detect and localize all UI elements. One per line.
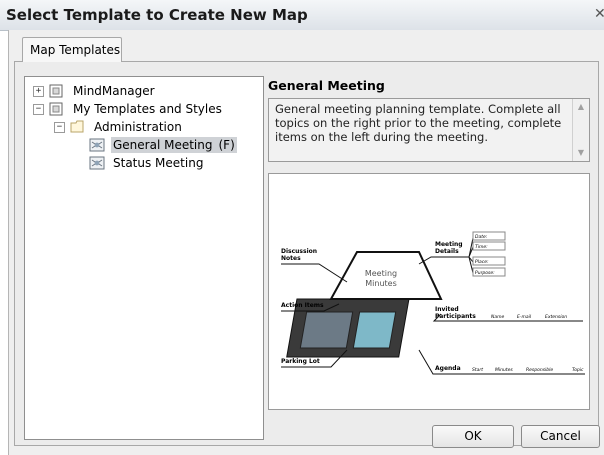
preview-subbranch [468,237,474,274]
tree-item-label: General Meeting (F) [111,137,237,153]
tree-item-label: Administration [94,120,182,134]
hotkey-hint: (F) [218,138,235,152]
tree-item-label: Status Meeting [113,156,204,170]
template-heading: General Meeting [268,78,385,93]
briefcase-pocket [299,311,354,349]
preview-branch [418,256,469,265]
tree-item-general-meeting[interactable]: General Meeting (F) [89,136,237,154]
template-group-icon [49,84,63,98]
tree-item-administration[interactable]: − Administration [54,118,184,136]
preview-topic: Discussion [281,248,317,255]
scroll-up-icon[interactable]: ▲ [574,100,588,114]
tab-map-templates[interactable]: Map Templates [22,37,122,62]
preview-subtopic: Name [491,314,505,320]
preview-topic: Action Items [281,302,324,309]
template-preview: Meeting Minutes Discussion Notes Action … [268,173,590,410]
template-tree[interactable]: + MindManager − My Templates and Styles … [24,76,264,440]
preview-topic: Details [435,248,459,255]
preview-subtopic: Place: [475,259,489,265]
preview-topic: Participants [435,313,476,320]
preview-subtopic: E-mail [517,314,532,320]
title-bar: Select Template to Create New Map ✕ [0,0,604,31]
description-scrollbar[interactable]: ▲ ▼ [572,99,589,161]
template-description: General meeting planning template. Compl… [275,102,562,144]
tab-panel: + MindManager − My Templates and Styles … [14,61,599,446]
preview-branch [281,263,348,283]
preview-topic: Agenda [435,365,461,372]
preview-subtopic: Time: [475,244,488,250]
window-title: Select Template to Create New Map [6,6,308,24]
tree-item-status-meeting[interactable]: Status Meeting [89,154,205,172]
preview-center-line: Minutes [365,279,397,288]
tree-item-mindmanager[interactable]: + MindManager [33,82,157,100]
map-preview-image: Meeting Minutes Discussion Notes Action … [281,231,585,375]
preview-subtopic: Start [472,367,483,373]
preview-subtopic: Date: [475,234,488,240]
folder-icon [70,120,84,133]
close-icon[interactable]: ✕ [594,5,604,23]
collapse-icon[interactable]: − [33,103,44,115]
collapse-icon[interactable]: − [54,121,65,133]
tree-item-my-templates[interactable]: − My Templates and Styles [33,100,224,118]
preview-topic: Notes [281,255,301,262]
preview-topic: Invited [435,306,459,313]
preview-topic: Parking Lot [281,358,320,365]
map-template-icon [89,138,105,152]
template-description-box: General meeting planning template. Compl… [268,98,590,162]
preview-center-line: Meeting [365,269,397,278]
preview-subtopic: Minutes [495,367,513,373]
preview-subtopic: Extension [545,314,567,320]
preview-subtopic: Topic [572,367,584,373]
briefcase-pocket [352,311,397,349]
tree-item-label: My Templates and Styles [73,102,222,116]
template-group-icon [49,102,63,116]
tree-item-label: MindManager [73,84,155,98]
map-template-icon [89,156,105,170]
expand-icon[interactable]: + [33,85,44,97]
scroll-down-icon[interactable]: ▼ [574,146,588,160]
cancel-button[interactable]: Cancel [521,425,600,448]
preview-subtopic: Purpose: [475,270,495,276]
preview-subtopic: Responsible [526,367,553,373]
preview-topic: Meeting [435,241,463,248]
ok-button[interactable]: OK [432,425,514,448]
dialog-body: Map Templates + MindManager − My Templat… [8,30,604,455]
